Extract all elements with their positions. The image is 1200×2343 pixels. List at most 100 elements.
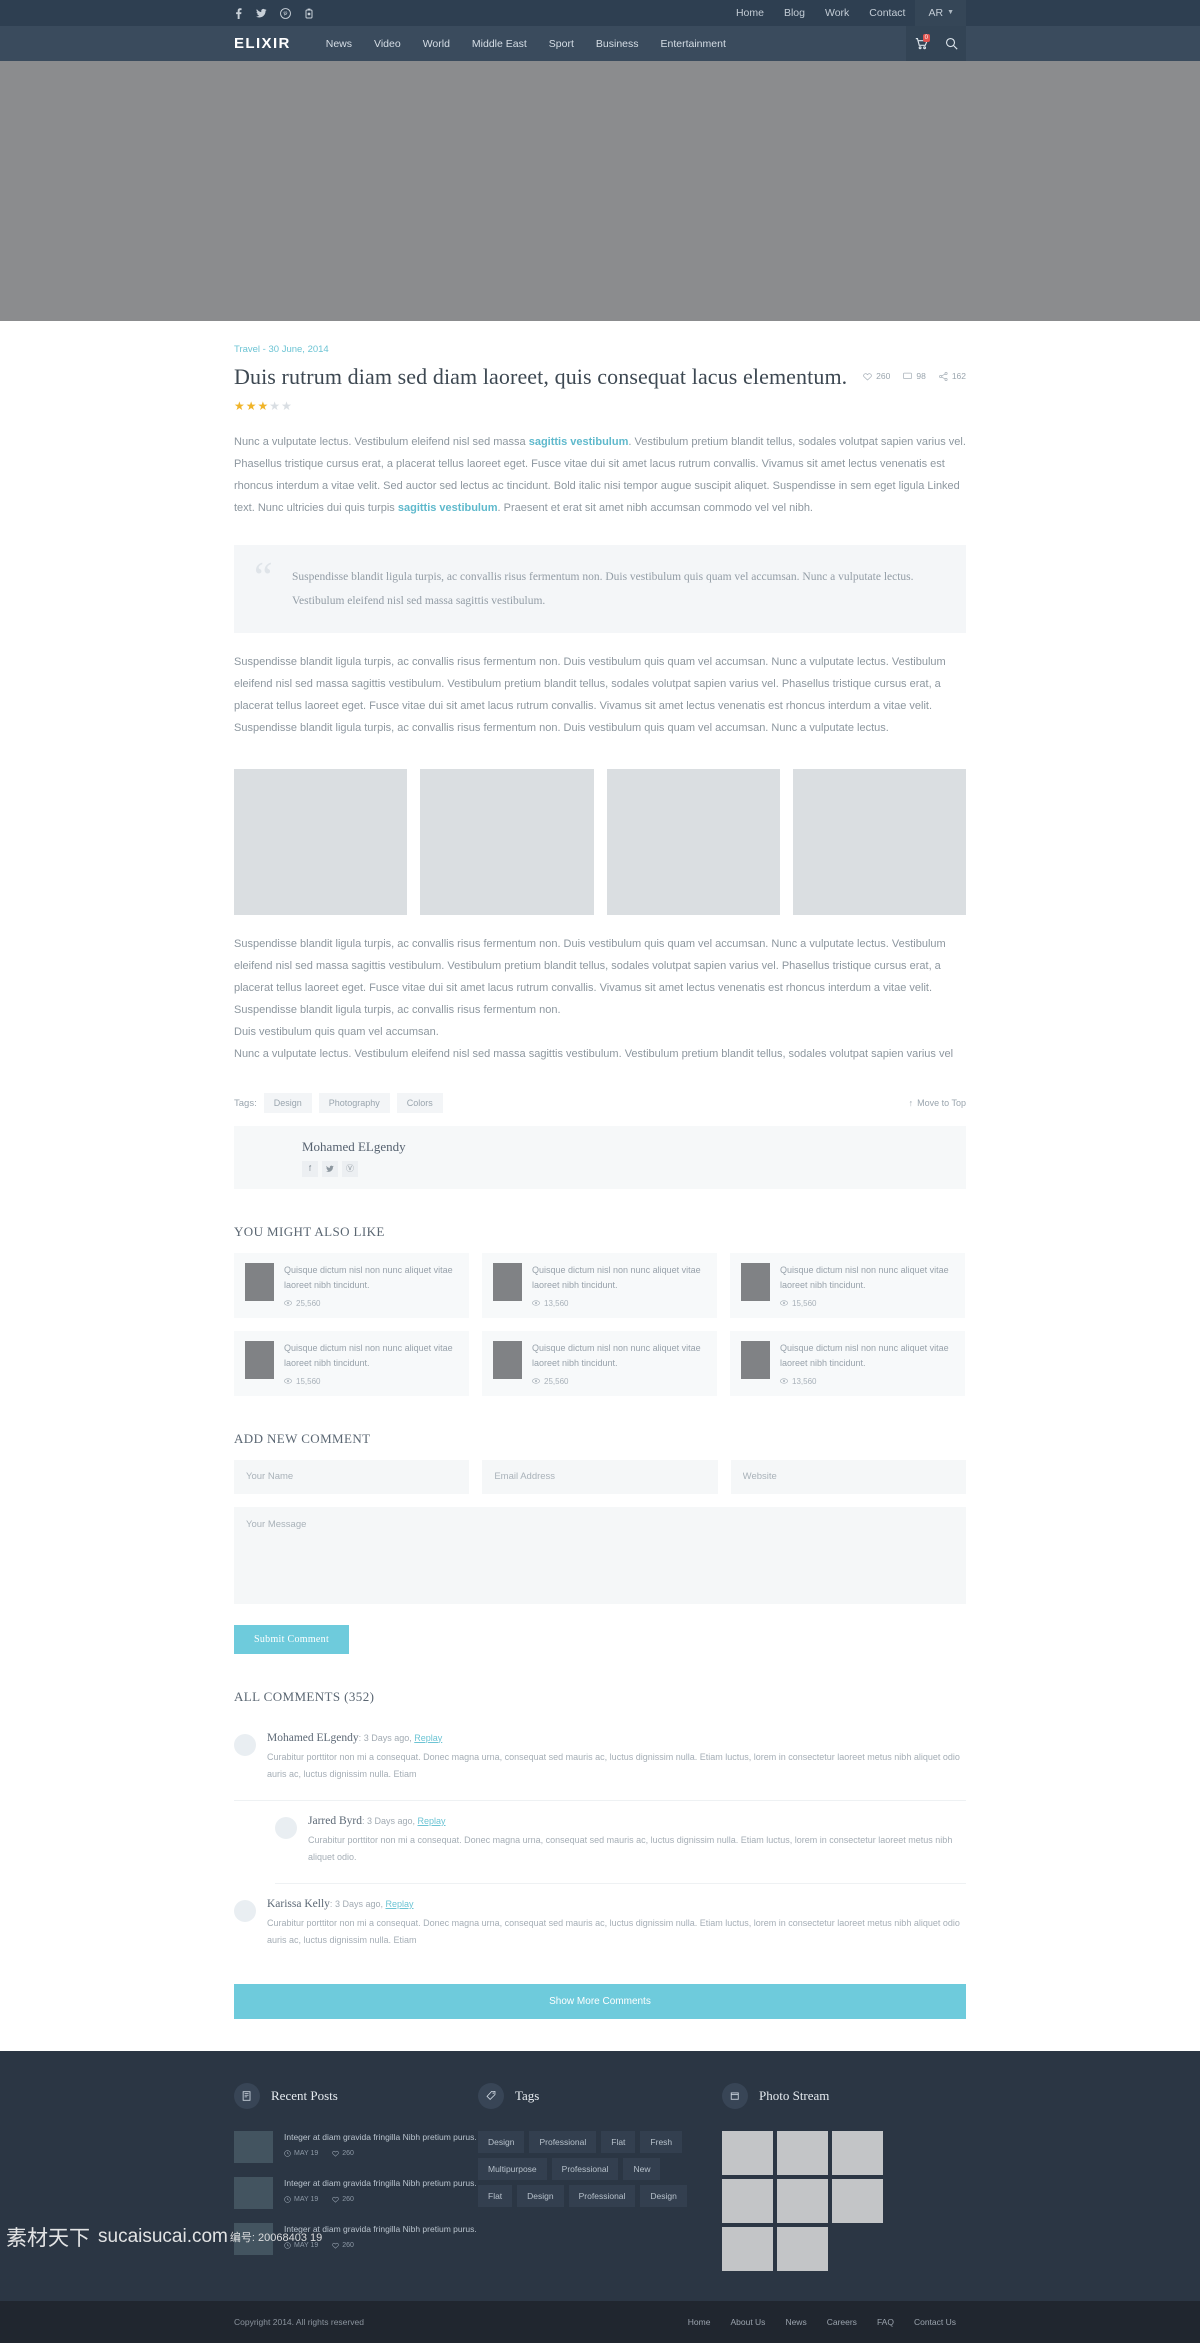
footer-link-home[interactable]: Home [678, 2317, 721, 2327]
article-paragraph-6: Nunc a vulputate lectus. Vestibulum elei… [234, 1048, 954, 1061]
move-to-top-button[interactable]: ↑ Move to Top [909, 1098, 966, 1108]
recent-post-date-text: MAY 19 [294, 2241, 319, 2249]
comment-count: 98 [916, 371, 926, 381]
gallery-image-3[interactable] [606, 769, 780, 916]
language-selector[interactable]: AR ▼ [915, 0, 966, 26]
facebook-icon[interactable] [234, 7, 243, 19]
comment-header: Jarred Byrd: 3 Days ago, Replay [308, 1815, 966, 1827]
photo-stream-item[interactable] [722, 2178, 773, 2223]
comment-stat[interactable]: 98 [903, 371, 926, 381]
inline-link-1[interactable]: sagittis vestibulum [529, 436, 629, 448]
footer-link-careers[interactable]: Careers [817, 2317, 867, 2327]
related-card[interactable]: Quisque dictum nisl non nunc aliquet vit… [482, 1253, 717, 1318]
name-input[interactable] [234, 1459, 470, 1494]
search-button[interactable] [936, 26, 966, 61]
footer-link-contact-us[interactable]: Contact Us [904, 2317, 966, 2327]
show-more-comments-button[interactable]: Show More Comments [234, 1983, 966, 2019]
like-stat[interactable]: 260 [863, 371, 890, 381]
rating-stars[interactable]: ★★★★★ [234, 399, 966, 413]
tags-label: Tags: [234, 1097, 257, 1109]
message-textarea[interactable] [234, 1506, 966, 1604]
tag-photography[interactable]: Photography [318, 1093, 390, 1114]
related-views: 25,560 [284, 1299, 458, 1308]
share-stat[interactable]: 162 [938, 371, 966, 381]
comment-item: Karissa Kelly: 3 Days ago, Replay Curabi… [234, 1884, 966, 1966]
topbar-link-work[interactable]: Work [815, 0, 859, 26]
photo-stream-item[interactable] [722, 2130, 773, 2175]
photo-stream-item[interactable] [777, 2130, 828, 2175]
related-card[interactable]: Quisque dictum nisl non nunc aliquet vit… [730, 1330, 965, 1396]
twitter-icon[interactable] [256, 8, 267, 19]
topbar-link-home[interactable]: Home [726, 0, 774, 26]
footer-link-about-us[interactable]: About Us [720, 2317, 775, 2327]
post-meta: Travel - 30 June, 2014 [234, 344, 329, 355]
related-card[interactable]: Quisque dictum nisl non nunc aliquet vit… [234, 1330, 469, 1396]
pinterest-icon[interactable] [280, 7, 291, 19]
related-card[interactable]: Quisque dictum nisl non nunc aliquet vit… [234, 1253, 469, 1318]
footer-tag[interactable]: Design [478, 2130, 525, 2153]
footer-tag[interactable]: Flat [478, 2184, 513, 2207]
tag-design[interactable]: Design [263, 1093, 312, 1114]
youtube-icon[interactable] [304, 8, 314, 19]
photo-stream-item[interactable] [777, 2226, 828, 2271]
photo-stream-item[interactable] [722, 2226, 773, 2271]
nav-item-middle-east[interactable]: Middle East [461, 38, 538, 50]
reply-link[interactable]: Replay [385, 1899, 413, 1909]
recent-post-likes: 260 [332, 2196, 354, 2203]
related-thumbnail [493, 1340, 522, 1379]
footer-recent-post-item[interactable]: Integer at diam gravida fringilla Nibh p… [234, 2222, 478, 2255]
nav-item-news[interactable]: News [315, 38, 363, 50]
footer-tag[interactable]: Flat [601, 2130, 636, 2153]
email-input[interactable] [482, 1459, 718, 1494]
page-title: Duis rutrum diam sed diam laoreet, quis … [234, 364, 848, 389]
twitter-icon[interactable] [322, 1160, 338, 1177]
recent-post-thumbnail [234, 2130, 273, 2163]
footer-tag[interactable]: Design [517, 2184, 564, 2207]
gallery-image-1[interactable] [234, 769, 408, 916]
footer-link-faq[interactable]: FAQ [867, 2317, 904, 2327]
topbar-link-contact[interactable]: Contact [859, 0, 915, 26]
footer-tag[interactable]: New [623, 2157, 661, 2180]
related-card[interactable]: Quisque dictum nisl non nunc aliquet vit… [482, 1330, 717, 1396]
footer-tag[interactable]: Professional [551, 2157, 619, 2180]
gallery-image-4[interactable] [792, 769, 966, 916]
cart-button[interactable]: 0 [906, 26, 936, 61]
submit-comment-button[interactable]: Submit Comment [234, 1624, 350, 1654]
related-card[interactable]: Quisque dictum nisl non nunc aliquet vit… [730, 1253, 965, 1318]
nav-item-world[interactable]: World [412, 38, 461, 50]
reply-link[interactable]: Replay [418, 1816, 446, 1826]
website-input[interactable] [730, 1459, 966, 1494]
photo-stream-item[interactable] [832, 2130, 883, 2175]
footer-column-header: Tags [478, 2082, 722, 2109]
footer-recent-post-item[interactable]: Integer at diam gravida fringilla Nibh p… [234, 2130, 478, 2163]
footer-tags-title: Tags [515, 2087, 540, 2103]
comment-item-nested: Jarred Byrd: 3 Days ago, Replay Curabitu… [275, 1801, 966, 1884]
nav-item-video[interactable]: Video [363, 38, 412, 50]
nav-item-business[interactable]: Business [585, 38, 650, 50]
nav-item-entertainment[interactable]: Entertainment [650, 38, 737, 50]
tag-colors[interactable]: Colors [396, 1093, 443, 1114]
footer-tag[interactable]: Fresh [640, 2130, 683, 2153]
footer-link-news[interactable]: News [775, 2317, 816, 2327]
reply-link[interactable]: Replay [414, 1733, 442, 1743]
author-social-group: f Ⓥ [302, 1160, 406, 1177]
comment-header: Mohamed ELgendy: 3 Days ago, Replay [267, 1732, 966, 1744]
facebook-icon[interactable]: f [302, 1160, 318, 1177]
photo-stream-item[interactable] [832, 2178, 883, 2223]
footer-tag[interactable]: Professional [568, 2184, 636, 2207]
footer-tag[interactable]: Design [640, 2184, 687, 2207]
star-empty-4: ★ [269, 399, 282, 413]
footer-tag[interactable]: Multipurpose [478, 2157, 547, 2180]
inline-link-2[interactable]: sagittis vestibulum [398, 502, 498, 514]
post-title-row: Duis rutrum diam sed diam laoreet, quis … [234, 364, 966, 390]
topbar-link-blog[interactable]: Blog [774, 0, 815, 26]
footer-tag[interactable]: Professional [529, 2130, 597, 2153]
gallery-image-2[interactable] [420, 769, 594, 916]
recent-post-meta: MAY 19 260 [284, 2150, 477, 2157]
site-logo[interactable]: ELIXIR [234, 35, 291, 52]
share-count: 162 [951, 371, 966, 381]
pinterest-icon[interactable]: Ⓥ [342, 1160, 358, 1177]
photo-stream-item[interactable] [777, 2178, 828, 2223]
nav-item-sport[interactable]: Sport [538, 38, 585, 50]
footer-recent-post-item[interactable]: Integer at diam gravida fringilla Nibh p… [234, 2176, 478, 2209]
